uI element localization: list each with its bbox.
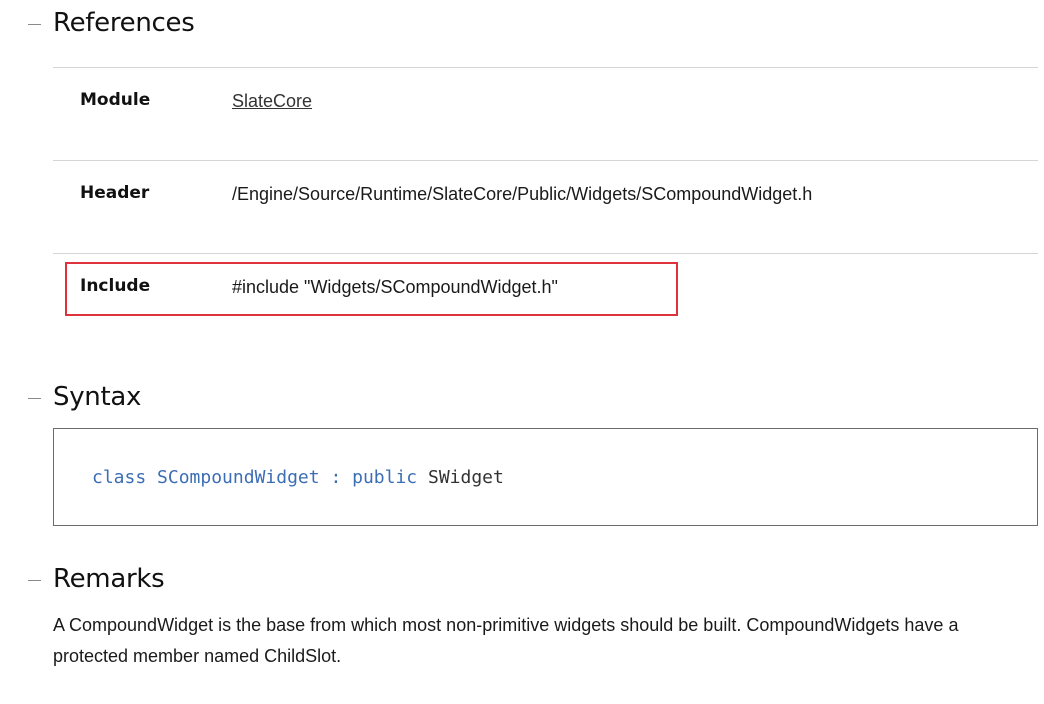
references-table: Module SlateCore Header /Engine/Source/R… [53,67,1038,346]
include-directive: #include "Widgets/SCompoundWidget.h" [232,277,558,297]
code-keyword-class: class [92,467,147,488]
header-label: Header [80,183,150,203]
references-heading: References [53,8,195,38]
code-base-class: SWidget [428,467,504,488]
code-line: class SCompoundWidget : public SWidget [92,467,504,488]
reference-row-header: Header /Engine/Source/Runtime/SlateCore/… [53,160,1038,253]
syntax-heading: Syntax [53,382,142,412]
syntax-code-block: class SCompoundWidget : public SWidget [53,428,1038,526]
syntax-collapse-toggle[interactable] [28,398,41,399]
reference-row-include: Include #include "Widgets/SCompoundWidge… [53,253,1038,346]
references-collapse-toggle[interactable] [28,24,41,25]
code-keyword-public: public [352,467,418,488]
header-path: /Engine/Source/Runtime/SlateCore/Public/… [232,184,813,204]
include-label: Include [80,276,151,296]
remarks-text: A CompoundWidget is the base from which … [53,615,959,666]
remarks-heading: Remarks [53,564,165,594]
code-class-name: SCompoundWidget [157,467,320,488]
remarks-collapse-toggle[interactable] [28,580,41,581]
module-label: Module [80,90,151,110]
code-separator: : [330,467,342,488]
reference-row-module: Module SlateCore [53,67,1038,160]
module-link[interactable]: SlateCore [232,91,312,112]
